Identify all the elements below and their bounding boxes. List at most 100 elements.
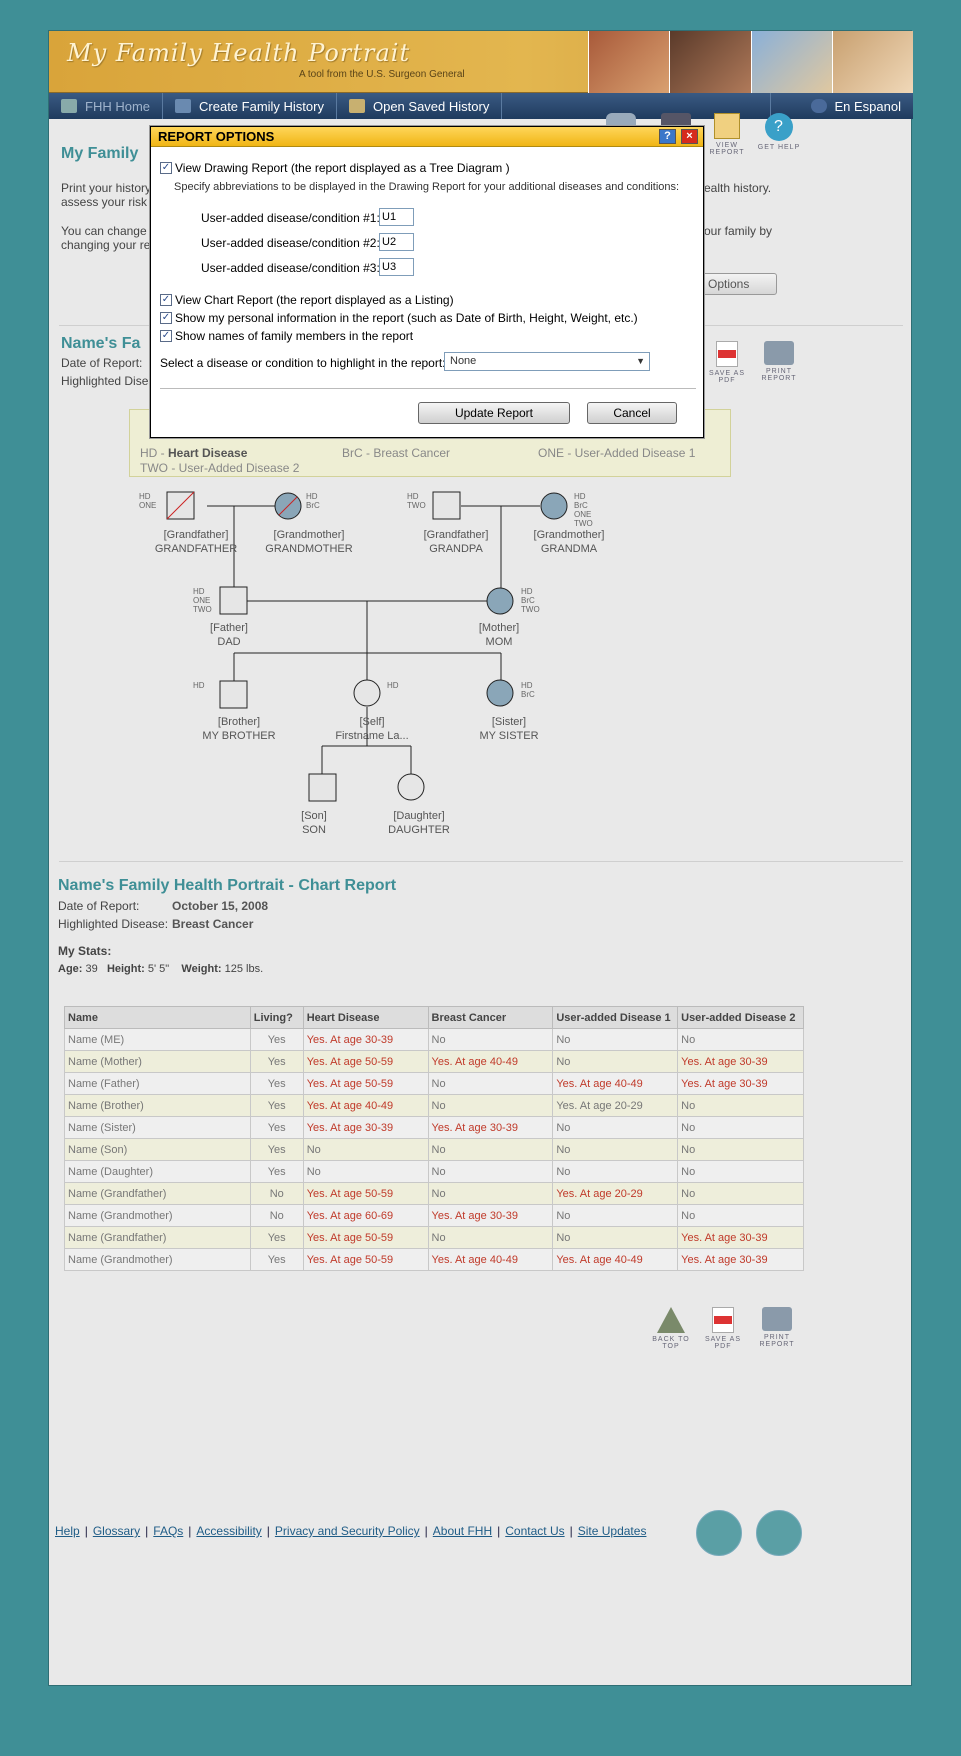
weight-label: Weight: (181, 963, 222, 975)
table-cell: No (427, 1182, 554, 1205)
view-drawing-option[interactable]: ✓ View Drawing Report (the report displa… (160, 161, 510, 175)
abbr1-input[interactable]: U1 (379, 208, 414, 226)
view-chart-option[interactable]: ✓ View Chart Report (the report displaye… (160, 293, 454, 307)
table-cell: No (427, 1094, 554, 1117)
dialog-title: REPORT OPTIONS (158, 129, 275, 144)
table-cell: Yes (249, 1226, 304, 1249)
table-cell: No (552, 1050, 679, 1073)
table-cell: Name (Daughter) (64, 1160, 251, 1183)
chevron-down-icon: ▼ (636, 356, 645, 366)
table-cell: Yes. At age 40-49 (427, 1050, 554, 1073)
back-to-top-button[interactable]: BACK TO TOP (649, 1307, 693, 1350)
brother-symbol (219, 680, 248, 709)
grandfather-maternal-label: [Grandfather] GRANDPA (401, 528, 511, 556)
grandmother-maternal-label: [Grandmother] GRANDMA (514, 528, 624, 556)
view-drawing-label: View Drawing Report (the report displaye… (175, 161, 510, 175)
help-icon[interactable]: ? (659, 129, 676, 144)
table-row: Name (Grandmother) No Yes. At age 60-69 Yes… (64, 1204, 804, 1227)
table-body: Name (ME) Yes Yes. At age 30-39 No No No Name … (64, 1028, 804, 1271)
update-report-button[interactable]: Update Report (418, 402, 570, 424)
table-cell: No (552, 1160, 679, 1183)
table-cell: No (427, 1160, 554, 1183)
footer-link[interactable]: Accessibility (196, 1524, 261, 1538)
abbr3-label: User-added disease/condition #3: (201, 261, 380, 275)
father-symbol (219, 586, 248, 615)
table-cell: Yes. At age 40-49 (552, 1248, 679, 1271)
table-cell: No (677, 1116, 804, 1139)
show-personal-option[interactable]: ✓ Show my personal information in the re… (160, 311, 638, 325)
chart-date-value: October 15, 2008 (172, 899, 269, 913)
table-cell: No (249, 1204, 304, 1227)
column-header: Heart Disease (302, 1006, 429, 1029)
table-cell: Yes. At age 50-59 (302, 1072, 429, 1095)
table-row: Name (Grandfather) Yes Yes. At age 50-59 No… (64, 1226, 804, 1249)
divider (59, 861, 903, 862)
arrow-up-icon (657, 1307, 685, 1333)
cancel-button[interactable]: Cancel (587, 402, 677, 424)
footer-separator: | (84, 1524, 88, 1538)
abbr2-input[interactable]: U2 (379, 233, 414, 251)
table-row: Name (ME) Yes Yes. At age 30-39 No No No (64, 1028, 804, 1051)
table-cell: No (552, 1226, 679, 1249)
table-cell: Yes. At age 50-59 (302, 1226, 429, 1249)
table-cell: No (677, 1182, 804, 1205)
chart-report-title: Name's Family Health Portrait - Chart Re… (58, 877, 397, 894)
table-cell: Yes (249, 1248, 304, 1271)
footer-link[interactable]: Privacy and Security Policy (275, 1524, 420, 1538)
table-cell: No (427, 1072, 554, 1095)
person-name: MY SISTER (479, 730, 539, 742)
grandmother-paternal-symbol (274, 492, 302, 520)
footer-link[interactable]: About FHH (433, 1524, 492, 1538)
footer-separator: | (497, 1524, 501, 1538)
view-drawing-checkbox[interactable]: ✓ (160, 162, 172, 174)
column-header: Breast Cancer (427, 1006, 554, 1029)
footer-link[interactable]: FAQs (153, 1524, 183, 1538)
report-options-dialog: REPORT OPTIONS ? × ✓ View Drawing Report… (150, 126, 704, 438)
person-name: MY BROTHER (202, 730, 276, 742)
table-row: Name (Grandfather) No Yes. At age 50-59 No Y… (64, 1182, 804, 1205)
close-icon[interactable]: × (681, 129, 698, 144)
father-label: [Father] DAD (189, 621, 269, 649)
daughter-label: [Daughter] DAUGHTER (374, 809, 464, 837)
footer-link[interactable]: Help (55, 1524, 80, 1538)
brother-codes: HD (193, 681, 205, 690)
mother-symbol (486, 587, 514, 615)
column-header: Living? (249, 1006, 304, 1029)
age-value: 39 (85, 963, 98, 975)
person-role: [Self] (359, 716, 385, 728)
column-header: User-added Disease 2 (677, 1006, 804, 1029)
person-role: [Daughter] (393, 810, 445, 822)
highlight-disease-select[interactable]: None ▼ (444, 352, 650, 371)
footer-link[interactable]: Site Updates (578, 1524, 647, 1538)
view-chart-checkbox[interactable]: ✓ (160, 294, 172, 306)
print-report-button[interactable]: PRINT REPORT (755, 1307, 799, 1348)
self-label: [Self] Firstname La... (317, 715, 427, 743)
chart-report-table: Name Living? Heart Disease Breast Cancer Use… (64, 1006, 804, 1271)
table-cell: Yes. At age 40-49 (552, 1072, 679, 1095)
table-cell: Yes (249, 1028, 304, 1051)
person-name: Firstname La... (335, 730, 409, 742)
footer-link[interactable]: Glossary (93, 1524, 140, 1538)
save-as-pdf-button[interactable]: SAVE AS PDF (701, 1307, 745, 1350)
footer-separator: | (569, 1524, 573, 1538)
table-header-row: Name Living? Heart Disease Breast Cancer Use… (64, 1006, 804, 1029)
show-names-option[interactable]: ✓ Show names of family members in the re… (160, 329, 413, 343)
show-personal-checkbox[interactable]: ✓ (160, 312, 172, 324)
save-pdf-label: SAVE AS PDF (704, 1336, 742, 1350)
table-cell: No (552, 1138, 679, 1161)
grandfather-maternal-symbol (432, 491, 461, 520)
table-cell: No (302, 1138, 429, 1161)
public-health-seal (756, 1510, 802, 1556)
footer-link[interactable]: Contact Us (505, 1524, 564, 1538)
table-cell: Yes. At age 30-39 (677, 1050, 804, 1073)
show-names-checkbox[interactable]: ✓ (160, 330, 172, 342)
table-row: Name (Father) Yes Yes. At age 50-59 No Yes. … (64, 1072, 804, 1095)
person-name: GRANDFATHER (154, 543, 238, 555)
person-name: GRANDMOTHER (265, 543, 353, 555)
table-cell: Name (Grandfather) (64, 1182, 251, 1205)
height-value: 5' 5" (147, 963, 170, 975)
view-chart-label: View Chart Report (the report displayed … (175, 293, 454, 307)
table-cell: No (302, 1160, 429, 1183)
highlight-select-value: None (450, 355, 477, 367)
abbr3-input[interactable]: U3 (379, 258, 414, 276)
